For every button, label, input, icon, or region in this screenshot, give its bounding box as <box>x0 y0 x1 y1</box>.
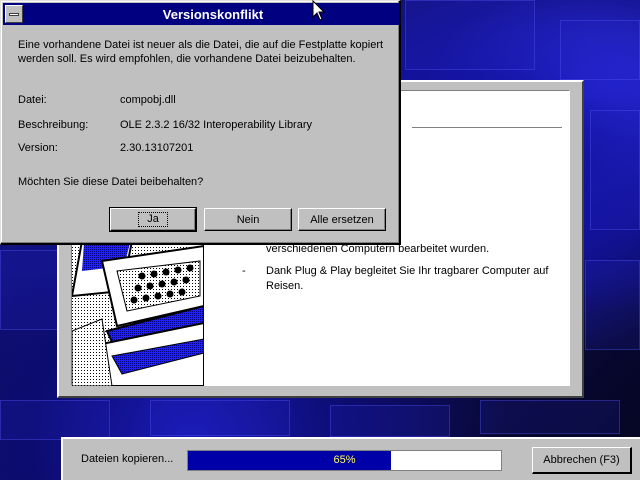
version-label: Version: <box>18 142 58 154</box>
mouse-cursor-icon <box>312 0 326 21</box>
bullet-dash: - <box>242 265 246 277</box>
progress-percent: 65% <box>333 454 356 466</box>
background-tile <box>585 260 640 350</box>
background-tile <box>0 400 110 440</box>
header-divider <box>412 127 562 128</box>
feature-line: Dank Plug & Play begleitet Sie Ihr tragb… <box>266 265 549 277</box>
description-value: OLE 2.3.2 16/32 Interoperability Library <box>120 119 313 131</box>
background-tile <box>560 20 640 80</box>
progress-bar: 65% <box>187 450 502 471</box>
background-tile <box>150 400 290 436</box>
system-menu-icon <box>9 13 19 16</box>
description-label: Beschreibung: <box>18 119 89 131</box>
background-tile <box>0 250 60 330</box>
feature-item: - Dank Plug & Play begleitet Sie Ihr tra… <box>242 264 560 294</box>
replace-all-button-label: Alle ersetzen <box>310 213 374 226</box>
file-value: compobj.dll <box>120 94 176 106</box>
no-button[interactable]: Nein <box>204 208 292 231</box>
dialog-titlebar[interactable]: Versionskonflikt <box>3 3 399 25</box>
background-tile <box>590 110 640 230</box>
version-value: 2.30.13107201 <box>120 142 194 154</box>
progress-label: Dateien kopieren... <box>81 453 174 465</box>
cancel-button[interactable]: Abbrechen (F3) <box>532 447 632 474</box>
version-conflict-dialog: Versionskonflikt Eine vorhandene Datei i… <box>0 0 401 245</box>
yes-button-label: Ja <box>138 212 168 227</box>
system-menu-button[interactable] <box>5 5 23 23</box>
replace-all-button[interactable]: Alle ersetzen <box>298 208 386 231</box>
yes-button[interactable]: Ja <box>109 207 197 232</box>
dialog-title: Versionskonflikt <box>162 7 264 22</box>
background-tile <box>480 400 620 434</box>
copy-progress-panel: Dateien kopieren... 65% Abbrechen (F3) <box>61 437 640 480</box>
no-button-label: Nein <box>236 213 260 226</box>
background-tile <box>405 0 535 70</box>
background-tile <box>330 405 450 437</box>
feature-line: Reisen. <box>266 280 304 292</box>
keep-file-question: Möchten Sie diese Datei beibehalten? <box>18 176 204 188</box>
dialog-message: Eine vorhandene Datei ist neuer als die … <box>18 39 384 65</box>
file-label: Datei: <box>18 94 47 106</box>
